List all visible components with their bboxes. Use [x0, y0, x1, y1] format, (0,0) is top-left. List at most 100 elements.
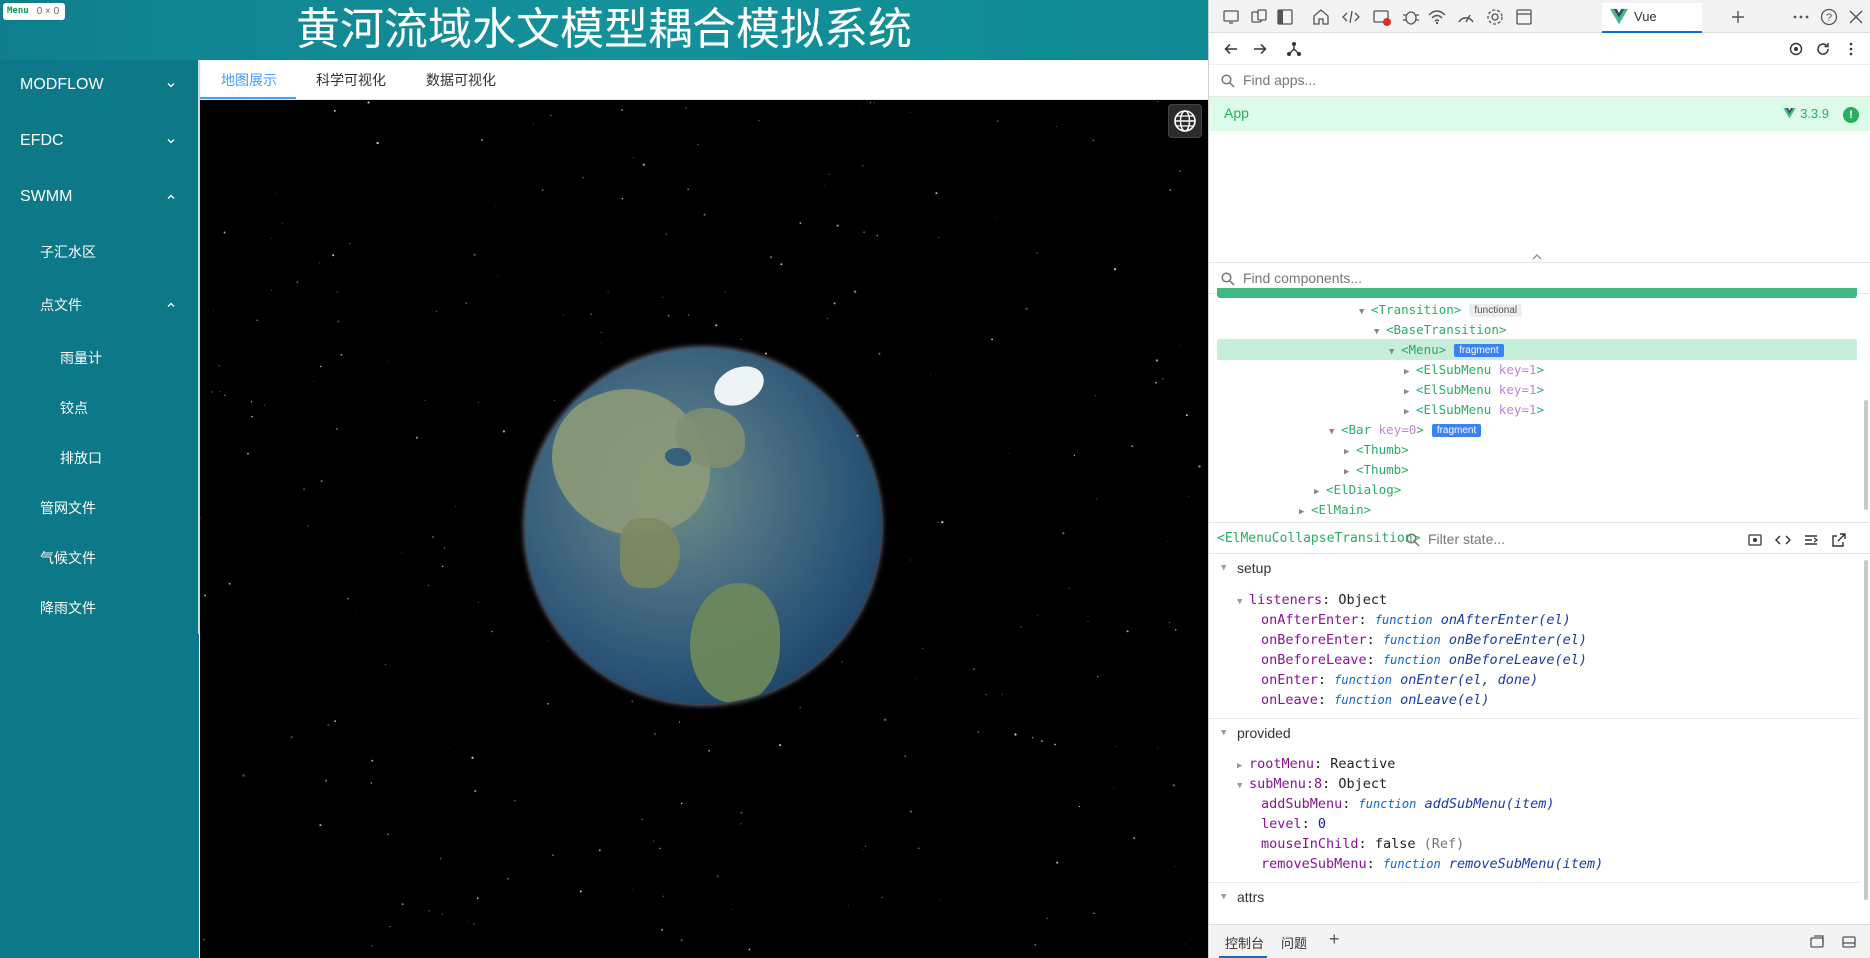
help-icon[interactable]: ?: [1819, 7, 1839, 27]
star: [1168, 622, 1170, 624]
section-attrs[interactable]: ▼ attrs: [1209, 882, 1859, 912]
log-to-console-icon[interactable]: [1803, 532, 1819, 548]
star: [1093, 912, 1095, 915]
collapse-drawer-icon[interactable]: [1841, 934, 1857, 950]
network-error-icon[interactable]: [1372, 7, 1392, 27]
split-handle-icon[interactable]: [1529, 252, 1545, 262]
sidebar-item-subcatchment[interactable]: 子汇水区: [0, 227, 199, 277]
find-apps-input[interactable]: Find apps...: [1209, 65, 1870, 97]
close-icon[interactable]: [1846, 7, 1866, 27]
tree-node[interactable]: ▶ <Thumb>: [1344, 460, 1409, 479]
sidebar-item-efdc[interactable]: EFDC: [0, 116, 199, 166]
tab-vue[interactable]: Vue: [1602, 3, 1702, 33]
wifi-icon[interactable]: [1427, 7, 1447, 27]
state-row[interactable]: onLeave: function onLeave(el): [1261, 690, 1490, 710]
earth-globe[interactable]: [525, 348, 881, 704]
bug-icon[interactable]: [1401, 7, 1421, 27]
sidebar-item-modflow[interactable]: MODFLOW: [0, 60, 199, 110]
tree-node[interactable]: ▶ <ElMain>: [1299, 500, 1371, 519]
home-icon[interactable]: [1311, 7, 1331, 27]
device-emulation-icon[interactable]: [1249, 7, 1269, 27]
tree-node[interactable]: ▶ <Thumb>: [1344, 440, 1409, 459]
tab-scientific-visualization[interactable]: 科学可视化: [316, 60, 386, 100]
application-icon[interactable]: [1514, 7, 1534, 27]
filter-state-input[interactable]: Filter state...: [1428, 531, 1505, 547]
tree-node[interactable]: ▼ <Transition> functional: [1359, 300, 1523, 319]
dock-icon[interactable]: [1275, 7, 1295, 27]
star: [494, 205, 496, 207]
code-icon[interactable]: [1775, 532, 1791, 548]
tree-node-selected[interactable]: ▼ <Menu> fragment: [1389, 340, 1504, 359]
state-row[interactable]: ▼ listeners: Object: [1237, 590, 1387, 610]
tree-node[interactable]: ▶ <ElDialog>: [1314, 480, 1401, 499]
screencast-icon[interactable]: [1221, 7, 1241, 27]
drawer-tab-console[interactable]: 控制台: [1225, 933, 1264, 952]
sidebar-item-climate[interactable]: 气候文件: [0, 533, 199, 583]
star: [836, 224, 839, 227]
sidebar-item-point-files[interactable]: 点文件: [0, 280, 199, 330]
state-row[interactable]: level: 0: [1261, 814, 1326, 834]
state-row[interactable]: onBeforeLeave: function onBeforeLeave(el…: [1261, 650, 1587, 670]
undock-drawer-icon[interactable]: [1809, 934, 1825, 950]
state-row[interactable]: mouseInChild: false (Ref): [1261, 834, 1464, 854]
star: [427, 584, 430, 587]
target-select-icon[interactable]: [1788, 41, 1804, 57]
star: [290, 736, 293, 739]
section-provided[interactable]: ▼ provided: [1209, 718, 1859, 748]
tree-node[interactable]: ▶ <ElSubMenu key=1>: [1404, 360, 1544, 379]
state-scrollbar[interactable]: [1864, 560, 1868, 900]
state-row[interactable]: onBeforeEnter: function onBeforeEnter(el…: [1261, 630, 1587, 650]
star: [1113, 786, 1114, 788]
star: [303, 488, 306, 491]
star: [1198, 465, 1201, 468]
state-row[interactable]: addSubMenu: function addSubMenu(item): [1261, 794, 1555, 814]
tab-data-visualization[interactable]: 数据可视化: [426, 60, 496, 100]
star: [641, 818, 644, 821]
elements-icon[interactable]: [1341, 7, 1361, 27]
back-arrow-icon[interactable]: [1223, 41, 1239, 57]
refresh-icon[interactable]: [1815, 41, 1831, 57]
star: [740, 823, 742, 825]
state-row[interactable]: onEnter: function onEnter(el, done): [1261, 670, 1538, 690]
star: [296, 281, 299, 284]
sidebar-item-outfall[interactable]: 排放口: [0, 433, 199, 483]
star: [441, 913, 443, 915]
sidebar-item-pipe-network[interactable]: 管网文件: [0, 483, 199, 533]
sidebar-item-junction[interactable]: 铰点: [0, 383, 199, 433]
star: [909, 810, 913, 813]
tree-node[interactable]: ▼ <Bar key=0> fragment: [1329, 420, 1482, 439]
kebab-menu-icon[interactable]: [1843, 41, 1859, 57]
section-setup[interactable]: ▼ setup: [1209, 554, 1859, 584]
tree-node[interactable]: ▼ <BaseTransition>: [1374, 320, 1506, 339]
scroll-to-component-icon[interactable]: [1747, 532, 1763, 548]
sidebar-item-swmm[interactable]: SWMM: [0, 172, 199, 222]
star: [1175, 866, 1177, 868]
component-tree-icon[interactable]: [1286, 41, 1302, 57]
app-list-item[interactable]: App 3.3.9 !: [1209, 97, 1870, 131]
drawer-tab-issues[interactable]: 问题: [1281, 933, 1307, 952]
add-tab-plus-icon[interactable]: +: [1329, 929, 1340, 950]
tree-node[interactable]: ▶ <ElSubMenu key=1>: [1404, 400, 1544, 419]
sidebar-item-rain-gauge[interactable]: 雨量计: [0, 333, 199, 383]
tree-scrollbar[interactable]: [1864, 400, 1868, 510]
star: [551, 854, 554, 857]
new-tab-plus-icon[interactable]: [1728, 7, 1748, 27]
sidebar-item-rainfall[interactable]: 降雨文件: [0, 583, 199, 633]
tree-node[interactable]: ▶ <ElSubMenu key=1>: [1404, 380, 1544, 399]
star: [497, 275, 499, 277]
open-in-editor-icon[interactable]: [1831, 532, 1847, 548]
state-row[interactable]: ▼ subMenu:8: Object: [1237, 774, 1387, 794]
tab-map-display[interactable]: 地图展示: [221, 60, 277, 100]
forward-arrow-icon[interactable]: [1252, 41, 1268, 57]
state-row[interactable]: removeSubMenu: function removeSubMenu(it…: [1261, 854, 1603, 874]
state-row[interactable]: onAfterEnter: function onAfterEnter(el): [1261, 610, 1571, 630]
globe-mode-button[interactable]: [1168, 104, 1202, 138]
performance-icon[interactable]: [1456, 7, 1476, 27]
more-options-icon[interactable]: [1791, 7, 1811, 27]
info-badge-icon[interactable]: !: [1843, 107, 1859, 123]
state-row[interactable]: ▶ rootMenu: Reactive: [1237, 754, 1395, 774]
star: [367, 101, 370, 104]
settings-gear-icon[interactable]: [1485, 7, 1505, 27]
globe-viewer[interactable]: [200, 100, 1208, 958]
star: [271, 289, 273, 291]
